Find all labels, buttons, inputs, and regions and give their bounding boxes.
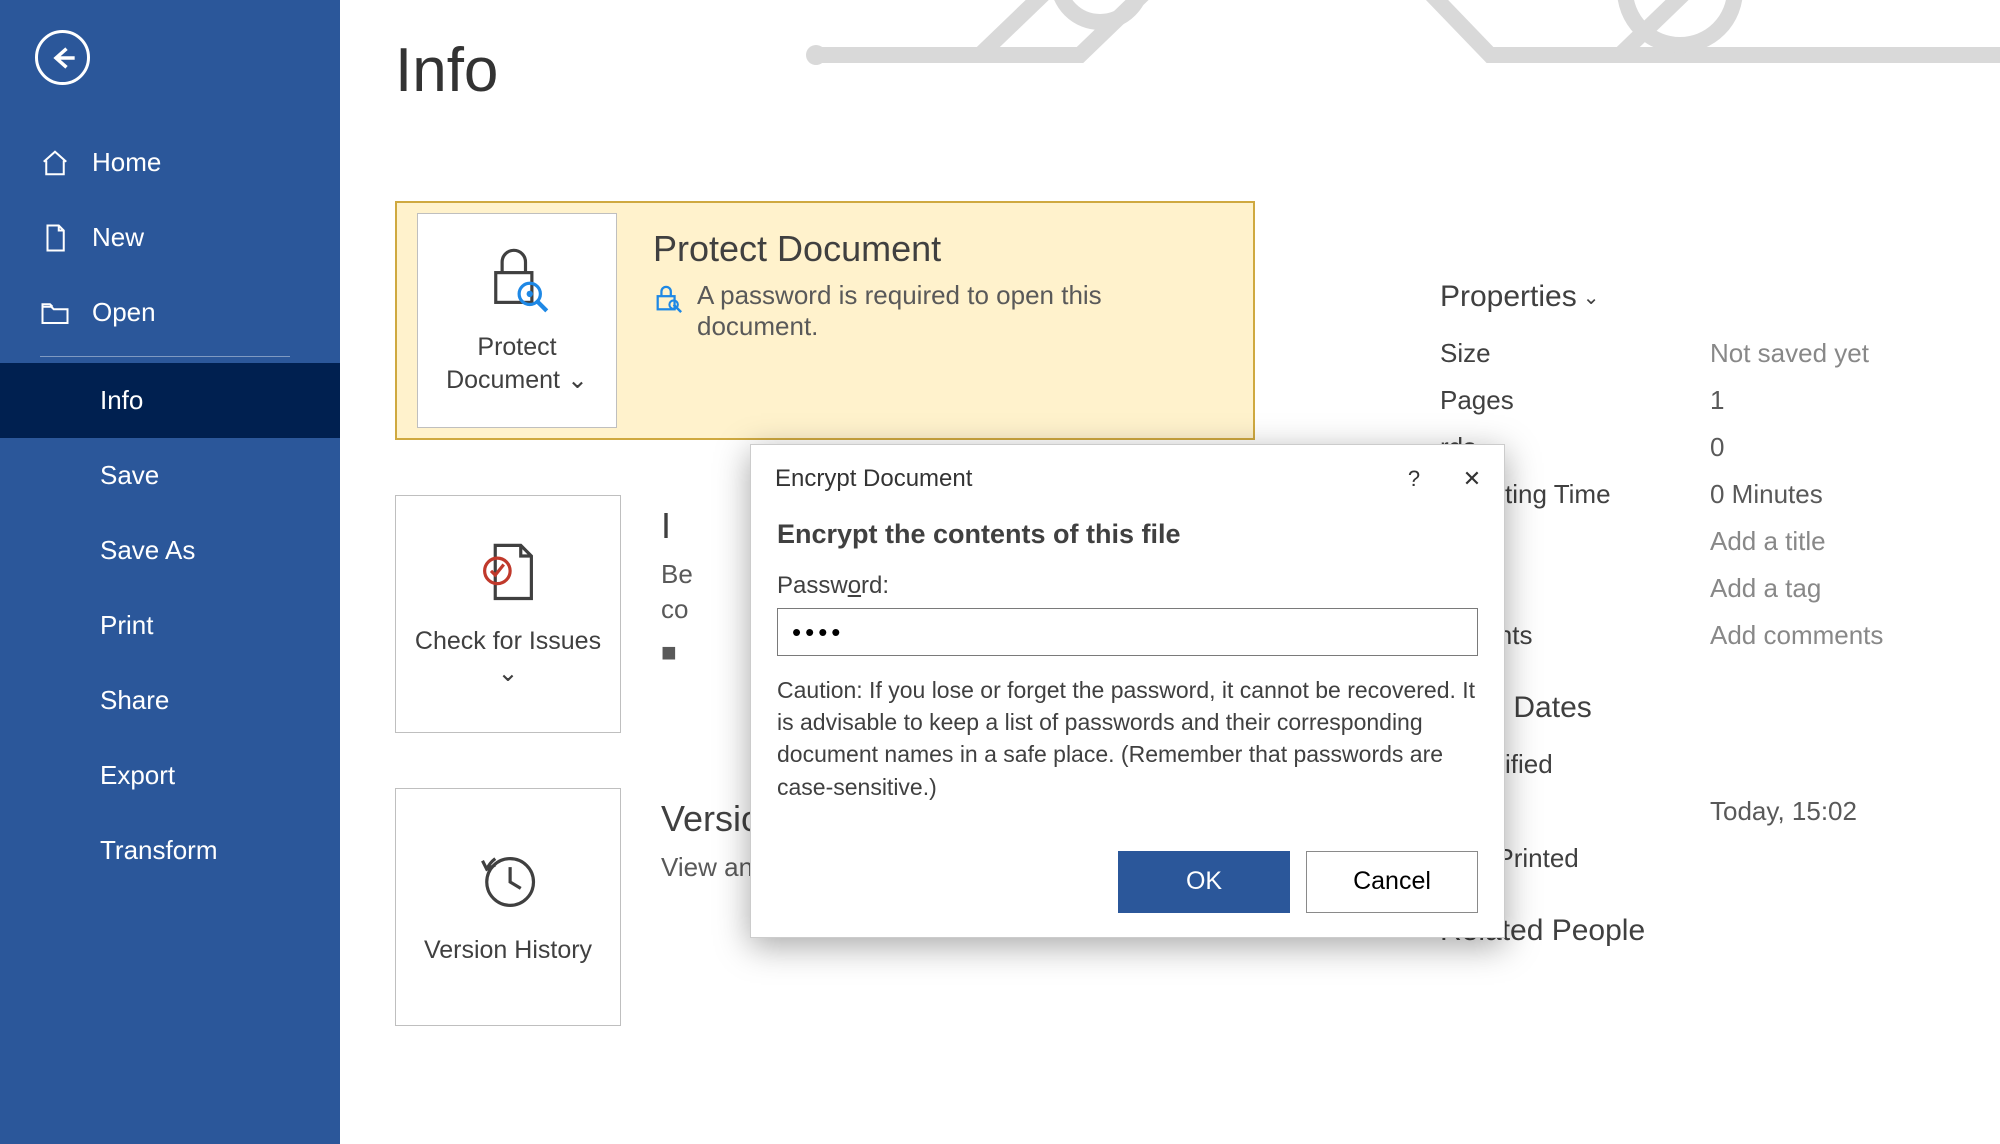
check-desc1: Be [661,557,693,592]
backstage-sidebar: Home New Open Info Save Save As Print Sh… [0,0,340,1144]
nav-label: Save As [100,535,195,566]
encrypt-document-dialog: Encrypt Document ? ✕ Encrypt the content… [750,444,1505,938]
page-title: Info [395,35,1945,106]
prop-words: rds0 [1440,432,1960,463]
prop-title[interactable]: eAdd a title [1440,526,1960,557]
cancel-button[interactable]: Cancel [1306,851,1478,913]
protect-description: A password is required to open this docu… [697,280,1213,342]
nav-transform[interactable]: Transform [0,813,340,888]
dialog-heading: Encrypt the contents of this file [777,519,1478,550]
action-label: Protect Document ⌄ [430,331,604,396]
password-input[interactable] [777,608,1478,656]
nav-label: Home [92,147,161,178]
prop-editing-time: al Editing Time0 Minutes [1440,479,1960,510]
action-label: Check for Issues ⌄ [408,625,608,690]
nav-print[interactable]: Print [0,588,340,663]
nav-label: Transform [100,835,218,866]
action-label: Version History [424,934,592,967]
nav-label: Save [100,460,159,491]
password-label: Password: [777,572,1478,600]
related-people-header: Related People [1440,914,1960,948]
check-title: I [661,505,693,547]
nav-share[interactable]: Share [0,663,340,738]
lock-icon [653,284,683,314]
nav-label: Info [100,385,143,416]
bullet: ■ [661,635,693,670]
chevron-down-icon: ⌄ [1583,285,1600,310]
version-history-button[interactable]: Version History [395,788,621,1026]
nav-home[interactable]: Home [0,125,340,200]
nav-new[interactable]: New [0,200,340,275]
nav-label: Print [100,610,153,641]
prop-pages: Pages1 [1440,385,1960,416]
inspect-document-icon [474,539,542,607]
dialog-caution-text: Caution: If you lose or forget the passw… [777,674,1478,803]
prop-size: SizeNot saved yet [1440,338,1960,369]
dialog-help-button[interactable]: ? [1385,459,1443,499]
nav-label: Open [92,297,156,328]
nav-label: Share [100,685,169,716]
nav-divider [40,356,290,357]
protect-document-button[interactable]: Protect Document ⌄ [417,213,617,428]
protect-title: Protect Document [653,228,1213,270]
protect-detail: Protect Document A password is required … [617,203,1253,362]
check-text: I Be co ■ [621,495,693,670]
dialog-titlebar: Encrypt Document ? ✕ [751,445,1504,513]
prop-last-modified: t Modified [1440,749,1960,780]
nav-save[interactable]: Save [0,438,340,513]
check-issues-button[interactable]: Check for Issues ⌄ [395,495,621,733]
properties-panel: Properties ⌄ SizeNot saved yet Pages1 rd… [1440,280,1960,972]
related-dates-header: lated Dates [1440,691,1960,725]
home-icon [40,148,70,178]
lock-key-icon [483,245,551,313]
history-icon [474,848,542,916]
dialog-close-button[interactable]: ✕ [1443,459,1501,499]
nav-label: Export [100,760,175,791]
back-button[interactable] [35,30,90,85]
nav-open[interactable]: Open [0,275,340,350]
nav-save-as[interactable]: Save As [0,513,340,588]
prop-created: eatedToday, 15:02 [1440,796,1960,827]
document-icon [40,223,70,253]
prop-comments[interactable]: mmentsAdd comments [1440,620,1960,651]
dialog-title: Encrypt Document [775,465,1385,493]
check-desc2: co [661,592,693,627]
chevron-down-icon: ⌄ [567,366,588,394]
chevron-down-icon: ⌄ [498,659,519,687]
folder-open-icon [40,298,70,328]
nav-info[interactable]: Info [0,363,340,438]
properties-header[interactable]: Properties ⌄ [1440,280,1960,314]
nav-export[interactable]: Export [0,738,340,813]
protect-document-section: Protect Document ⌄ Protect Document A pa… [395,201,1255,440]
prop-last-printed: Last Printed [1440,843,1960,874]
ok-button[interactable]: OK [1118,851,1290,913]
nav-label: New [92,222,144,253]
prop-tags[interactable]: sAdd a tag [1440,573,1960,604]
